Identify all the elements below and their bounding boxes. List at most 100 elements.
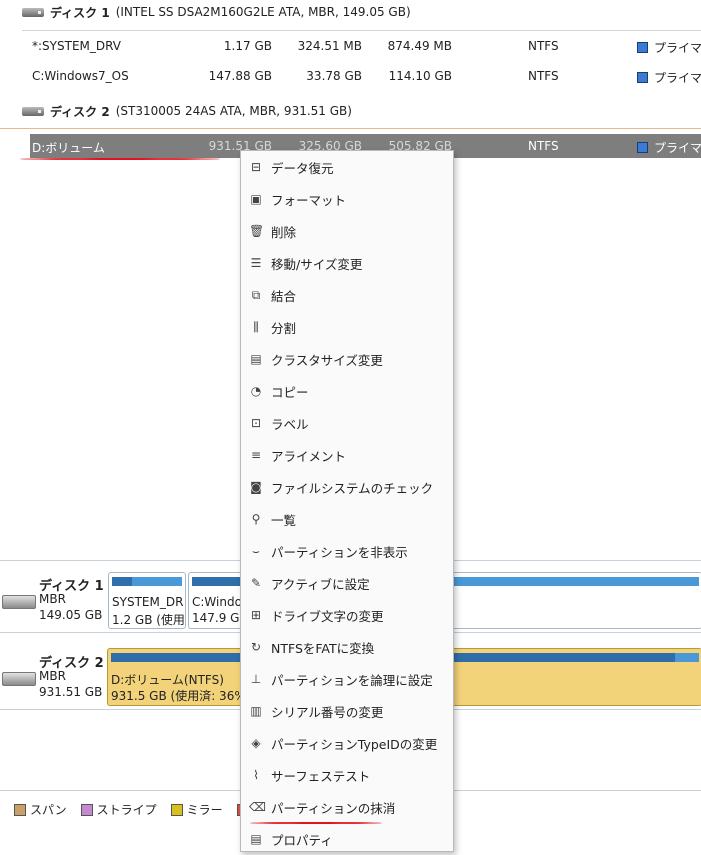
menu-item[interactable]: ⊞ ドライブ文字の変更 bbox=[241, 599, 453, 631]
menu-item-label: データ復元 bbox=[271, 160, 334, 176]
menu-item[interactable]: ⊥ パーティションを論理に設定 bbox=[241, 663, 453, 695]
hide-eye-icon: ⌣ bbox=[252, 544, 260, 558]
menu-item-label: ファイルシステムのチェック bbox=[271, 480, 434, 496]
disk-icon bbox=[22, 106, 44, 116]
hard-drive-icon bbox=[2, 672, 36, 686]
disk-size: 931.51 GB bbox=[39, 685, 103, 699]
drive-letter-icon: ⊞ bbox=[250, 608, 262, 622]
partition-row[interactable]: C:Windows7_OS 147.88 GB 33.78 GB 114.10 … bbox=[22, 64, 701, 88]
menu-item-label: パーティションTypeIDの変更 bbox=[271, 736, 438, 752]
split-icon: ⫼ bbox=[253, 320, 259, 334]
convert-icon: ↻ bbox=[250, 640, 262, 654]
primary-square-icon bbox=[637, 42, 648, 53]
partition-free: 874.49 MB bbox=[387, 39, 452, 53]
menu-item-label: アライメント bbox=[271, 448, 347, 464]
partition-name: *:SYSTEM_DRV bbox=[32, 39, 122, 53]
divider bbox=[0, 128, 701, 129]
menu-item-label: コピー bbox=[271, 384, 309, 400]
menu-item[interactable]: ⌇ サーフェステスト bbox=[241, 759, 453, 791]
menu-item[interactable]: ▤ プロパティ bbox=[241, 823, 453, 855]
menu-item-label: パーティションを論理に設定 bbox=[271, 672, 433, 688]
menu-item[interactable]: ≡ アライメント bbox=[241, 439, 453, 471]
primary-square-icon bbox=[637, 142, 648, 153]
menu-item[interactable]: ⌣ パーティションを非表示 bbox=[241, 535, 453, 567]
legend: スパン ストライプ ミラー bbox=[14, 801, 253, 818]
menu-item[interactable]: ☰ 移動/サイズ変更 bbox=[241, 247, 453, 279]
partition-fs: NTFS bbox=[528, 39, 559, 53]
usage-fill bbox=[112, 577, 132, 586]
legend-item: ストライプ bbox=[80, 801, 157, 818]
disk-info: (INTEL SS DSA2M160G2LE ATA, MBR, 149.05 … bbox=[115, 5, 411, 19]
fs-check-icon: ◙ bbox=[250, 480, 262, 494]
menu-item[interactable]: ↻ NTFSをFATに変換 bbox=[241, 631, 453, 663]
menu-item-label: サーフェステスト bbox=[271, 768, 371, 784]
partition-type: プライマリ bbox=[637, 39, 701, 56]
partition-capacity: 1.17 GB bbox=[223, 39, 272, 53]
menu-item-label: クラスタサイズ変更 bbox=[271, 352, 383, 368]
usage-bar bbox=[112, 577, 182, 586]
disk-map-label[interactable]: ディスク 2 MBR 931.51 GB bbox=[0, 652, 108, 708]
disk-2-header[interactable]: ディスク 2 (ST310005 24AS ATA, MBR, 931.51 G… bbox=[22, 101, 352, 121]
disk-1-header[interactable]: ディスク 1 (INTEL SS DSA2M160G2LE ATA, MBR, … bbox=[22, 2, 411, 22]
legend-swatch bbox=[80, 803, 93, 816]
menu-item[interactable]: ✎ アクティブに設定 bbox=[241, 567, 453, 599]
disk-info: (ST310005 24AS ATA, MBR, 931.51 GB) bbox=[115, 104, 352, 118]
menu-item[interactable]: ◙ ファイルシステムのチェック bbox=[241, 471, 453, 503]
partition-name: C:Windows7_OS bbox=[32, 69, 129, 83]
divider bbox=[22, 30, 701, 31]
menu-item[interactable]: ▥ シリアル番号の変更 bbox=[241, 695, 453, 727]
partition-used: 324.51 MB bbox=[297, 39, 362, 53]
disk-map-partition[interactable]: SYSTEM_DR 1.2 GB (使用 bbox=[108, 572, 186, 629]
copy-icon: ◔ bbox=[250, 384, 262, 398]
red-underline-annotation bbox=[20, 158, 220, 160]
menu-item-label: 移動/サイズ変更 bbox=[271, 256, 363, 272]
trash-icon: 🗑 bbox=[249, 224, 265, 238]
menu-item[interactable]: ⫼ 分割 bbox=[241, 311, 453, 343]
disk-map-label[interactable]: ディスク 1 MBR 149.05 GB bbox=[0, 575, 108, 631]
partition-map-name: C:Windo bbox=[192, 595, 242, 609]
legend-item: スパン bbox=[14, 801, 67, 818]
menu-item[interactable]: ◔ コピー bbox=[241, 375, 453, 407]
partition-map-name: SYSTEM_DR bbox=[112, 595, 184, 609]
menu-item[interactable]: ⧉ 結合 bbox=[241, 279, 453, 311]
partition-used: 33.78 GB bbox=[306, 69, 362, 83]
disk-scheme: MBR bbox=[39, 592, 66, 606]
legend-swatch bbox=[170, 803, 183, 816]
partition-type: プライマリ bbox=[637, 69, 701, 86]
pin-icon: ✎ bbox=[250, 576, 262, 590]
barcode-icon: ▥ bbox=[250, 704, 262, 718]
menu-item[interactable]: ▤ クラスタサイズ変更 bbox=[241, 343, 453, 375]
primary-square-icon bbox=[637, 72, 648, 83]
partition-map-size: 931.5 GB (使用済: 36% bbox=[111, 689, 246, 703]
menu-item-label: シリアル番号の変更 bbox=[271, 704, 384, 720]
legend-label: ミラー bbox=[186, 803, 223, 817]
layers-icon: ◈ bbox=[251, 736, 261, 750]
red-underline-annotation bbox=[250, 822, 382, 824]
merge-icon: ⧉ bbox=[251, 288, 261, 302]
context-menu: ⊟ データ復元 ▣ フォーマット 🗑 削除 ☰ 移動/サイズ変更 ⧉ 結合 ⫼ 分割 ▤ クラスタサイズ変… bbox=[240, 150, 454, 852]
partition-free: 114.10 GB bbox=[388, 69, 452, 83]
partition-fs: NTFS bbox=[528, 139, 559, 153]
menu-item[interactable]: 🗑 削除 bbox=[241, 215, 453, 247]
menu-item[interactable]: ⚲ 一覧 bbox=[241, 503, 453, 535]
menu-item-label: パーティションの抹消 bbox=[271, 800, 396, 816]
menu-item-label: 分割 bbox=[271, 320, 297, 336]
partition-type: プライマリ bbox=[637, 139, 701, 156]
format-icon: ▣ bbox=[250, 192, 262, 206]
menu-item[interactable]: ⌫ パーティションの抹消 bbox=[241, 791, 453, 823]
menu-item[interactable]: ⊟ データ復元 bbox=[241, 151, 453, 183]
eraser-icon: ⌫ bbox=[249, 800, 266, 814]
menu-item-label: NTFSをFATに変換 bbox=[271, 640, 375, 656]
label-icon: ⊡ bbox=[250, 416, 262, 430]
menu-item[interactable]: ◈ パーティションTypeIDの変更 bbox=[241, 727, 453, 759]
legend-swatch bbox=[14, 803, 26, 816]
resize-sliders-icon: ☰ bbox=[250, 256, 262, 270]
properties-icon: ▤ bbox=[250, 832, 262, 846]
menu-item[interactable]: ⊡ ラベル bbox=[241, 407, 453, 439]
menu-item[interactable]: ▣ フォーマット bbox=[241, 183, 453, 215]
menu-item-label: アクティブに設定 bbox=[271, 576, 370, 592]
menu-item-label: 一覧 bbox=[271, 512, 297, 528]
align-icon: ≡ bbox=[250, 448, 262, 462]
surface-test-icon: ⌇ bbox=[253, 768, 259, 782]
partition-row[interactable]: *:SYSTEM_DRV 1.17 GB 324.51 MB 874.49 MB… bbox=[22, 34, 701, 58]
